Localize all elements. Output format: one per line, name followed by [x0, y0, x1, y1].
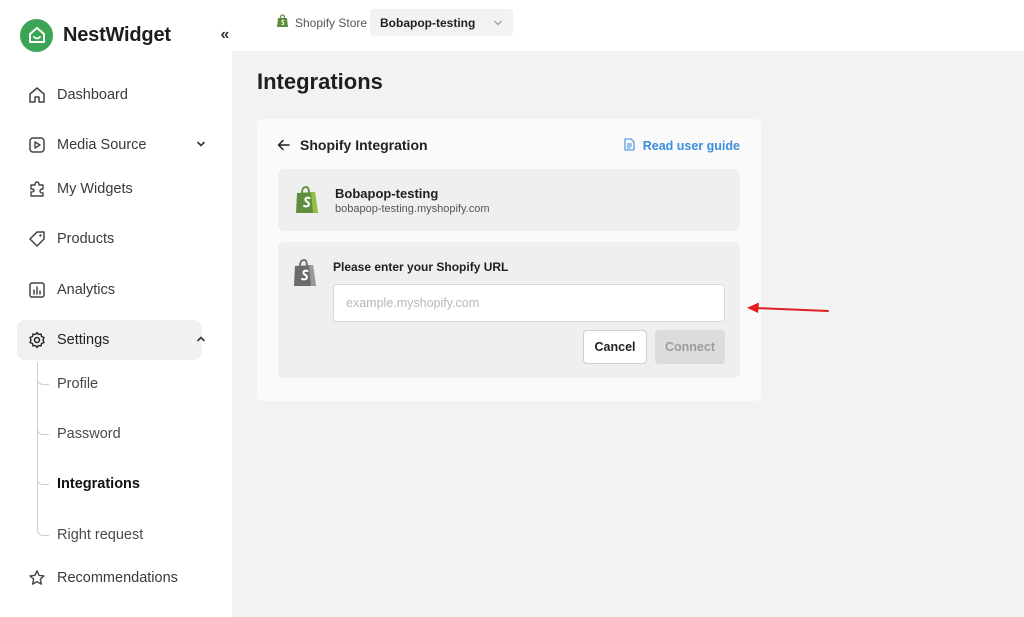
document-icon [624, 138, 635, 154]
sidebar-item-label: Media Source [57, 137, 147, 153]
sidebar-item-recommendations[interactable]: Recommendations [17, 558, 202, 598]
store-label-text: Shopify Store [295, 15, 368, 30]
shopify-logo-icon [294, 185, 320, 220]
sidebar-subitem-label: Profile [57, 376, 99, 392]
shopify-url-input[interactable] [333, 284, 725, 322]
shopify-logo-gray-icon [292, 258, 318, 293]
play-square-icon [27, 135, 47, 155]
sidebar-subitem-label: Right request [57, 527, 144, 543]
topbar: Shopify Store Bobapop-testing [232, 0, 1024, 51]
connected-store-box: Bobapop-testing bobapop-testing.myshopif… [278, 169, 740, 231]
store-domain: bobapop-testing.myshopify.com [335, 203, 490, 215]
sidebar-item-label: Analytics [57, 282, 116, 298]
sidebar-subitem-label: Integrations [57, 476, 140, 492]
cancel-button[interactable]: Cancel [583, 330, 647, 364]
sidebar-subitem-profile[interactable]: Profile [37, 372, 98, 396]
sidebar: NestWidget « Dashboard Media Source My W… [0, 0, 232, 617]
store-select[interactable]: Bobapop-testing [370, 9, 513, 36]
shopify-url-form: Please enter your Shopify URL Cancel Con… [278, 242, 740, 378]
tree-branch [37, 373, 49, 385]
sidebar-item-dashboard[interactable]: Dashboard [17, 75, 202, 115]
sidebar-subitem-right-request[interactable]: Right request [37, 523, 143, 547]
store-name: Bobapop-testing [335, 186, 439, 201]
sidebar-item-label: Dashboard [57, 87, 128, 103]
sidebar-item-products[interactable]: Products [17, 219, 202, 259]
chevron-down-icon [493, 17, 503, 31]
connect-button[interactable]: Connect [655, 330, 725, 364]
read-user-guide-link[interactable]: Read user guide [624, 138, 740, 154]
sidebar-item-label: Products [57, 231, 115, 247]
sidebar-item-my-widgets[interactable]: My Widgets [17, 169, 202, 209]
chevron-down-icon[interactable] [194, 137, 208, 151]
back-arrow-icon[interactable] [277, 138, 291, 152]
annotation-arrow-icon [747, 302, 829, 313]
nestwidget-logo-icon [20, 18, 53, 52]
tree-branch [37, 423, 49, 435]
brand[interactable]: NestWidget [20, 18, 171, 52]
sidebar-item-settings[interactable]: Settings [17, 320, 205, 360]
guide-link-text: Read user guide [642, 139, 740, 153]
integration-card: Shopify Integration Read user guide Boba… [257, 119, 761, 401]
tag-icon [27, 229, 47, 249]
chevron-up-icon[interactable] [194, 332, 208, 346]
sidebar-item-analytics[interactable]: Analytics [17, 270, 202, 310]
sidebar-item-label: Settings [57, 332, 110, 348]
page-title: Integrations [257, 69, 383, 94]
brand-name: NestWidget [63, 23, 171, 46]
shopify-bag-icon [276, 14, 289, 31]
sidebar-subitem-integrations[interactable]: Integrations [37, 472, 140, 496]
sidebar-item-label: My Widgets [57, 181, 133, 197]
tree-branch [37, 524, 49, 536]
sidebar-subitem-password[interactable]: Password [37, 422, 121, 446]
sidebar-subitem-label: Password [57, 426, 121, 442]
gear-icon [27, 330, 47, 350]
card-header: Shopify Integration [277, 137, 428, 153]
home-icon [27, 85, 47, 105]
sidebar-item-label: Recommendations [57, 570, 178, 586]
puzzle-icon [27, 179, 47, 199]
sidebar-item-media-source[interactable]: Media Source [17, 125, 205, 165]
store-label: Shopify Store [276, 14, 367, 31]
store-select-value: Bobapop-testing [380, 15, 476, 30]
card-title: Shopify Integration [300, 137, 428, 153]
tree-branch [37, 473, 49, 485]
star-icon [27, 568, 47, 588]
shopify-url-label: Please enter your Shopify URL [333, 260, 509, 274]
chart-icon [27, 280, 47, 300]
